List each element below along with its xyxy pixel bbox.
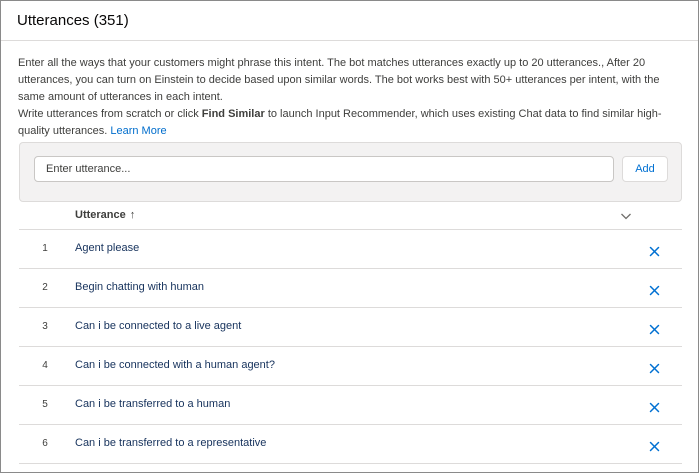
utterances-card: Utterances (351) Enter all the ways that…	[0, 0, 699, 473]
utterance-table: Utterance ↑ 1 Agent please 2 Begin chatting …	[19, 202, 682, 464]
row-number: 2	[42, 282, 48, 293]
close-icon[interactable]	[649, 322, 660, 335]
description-line-1: Enter all the ways that your customers m…	[18, 57, 660, 103]
utterance-text[interactable]: Can i be transferred to a human	[75, 398, 230, 410]
table-row: 3 Can i be connected to a live agent	[19, 308, 682, 347]
row-number: 4	[42, 360, 48, 371]
close-icon[interactable]	[649, 361, 660, 374]
row-number: 5	[42, 399, 48, 410]
table-row: 4 Can i be connected with a human agent?	[19, 347, 682, 386]
add-utterance-panel: Add	[19, 142, 682, 202]
close-icon[interactable]	[649, 439, 660, 452]
table-row: 1 Agent please	[19, 230, 682, 269]
utterance-text[interactable]: Can i be connected with a human agent?	[75, 359, 275, 371]
add-button[interactable]: Add	[622, 156, 668, 182]
table-body: 1 Agent please 2 Begin chatting with human 3…	[19, 230, 682, 464]
table-header: Utterance ↑	[19, 202, 682, 230]
utterance-text[interactable]: Begin chatting with human	[75, 281, 204, 293]
description-line-2: Write utterances from scratch or click F…	[18, 106, 682, 140]
close-icon[interactable]	[649, 283, 660, 296]
row-number: 3	[42, 321, 48, 332]
utterance-text[interactable]: Can i be connected to a live agent	[75, 320, 241, 332]
table-row: 6 Can i be transferred to a representativ…	[19, 425, 682, 464]
card-header: Utterances (351)	[1, 1, 698, 41]
table-row: 2 Begin chatting with human	[19, 269, 682, 308]
row-number: 6	[42, 438, 48, 449]
description: Enter all the ways that your customers m…	[1, 41, 698, 140]
utterance-text[interactable]: Agent please	[75, 242, 139, 254]
arrow-up-icon: ↑	[129, 209, 136, 221]
find-similar-text: Find Similar	[201, 108, 265, 120]
row-number: 1	[42, 243, 48, 254]
utterance-text[interactable]: Can i be transferred to a representative	[75, 437, 266, 449]
close-icon[interactable]	[649, 400, 660, 413]
utterance-column-header[interactable]: Utterance ↑	[75, 209, 135, 221]
utterance-input[interactable]	[34, 156, 614, 182]
description-line-2-prefix: Write utterances from scratch or click	[18, 108, 202, 120]
learn-more-link[interactable]: Learn More	[110, 125, 166, 137]
card-title: Utterances (351)	[17, 12, 129, 29]
utterance-column-label: Utterance	[75, 209, 126, 221]
table-row: 5 Can i be transferred to a human	[19, 386, 682, 425]
close-icon[interactable]	[649, 244, 660, 257]
chevron-down-icon[interactable]	[619, 209, 633, 223]
